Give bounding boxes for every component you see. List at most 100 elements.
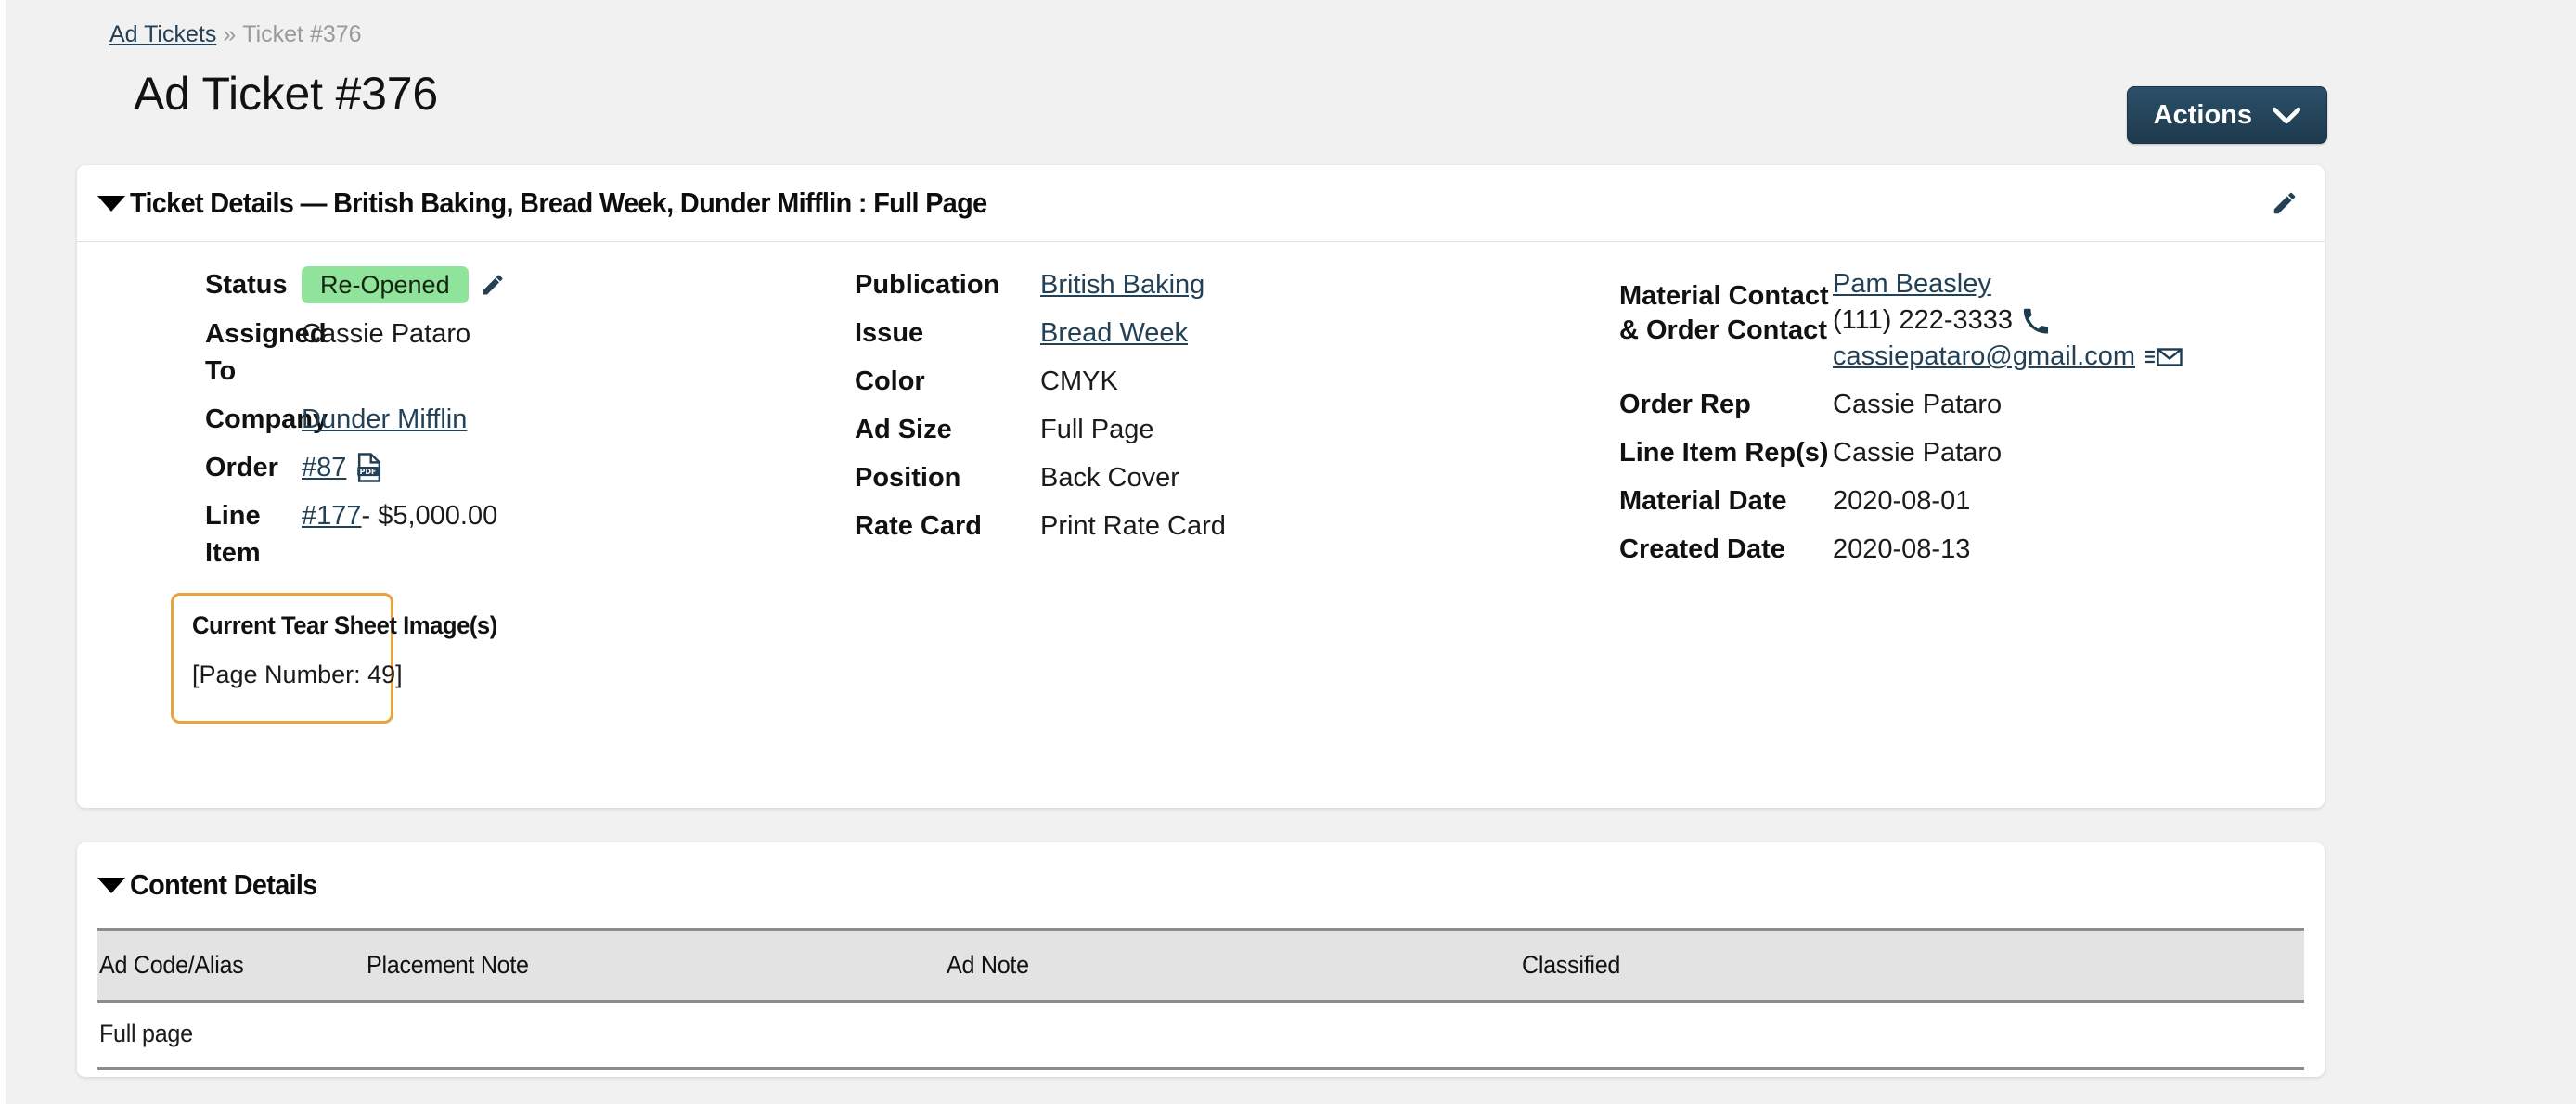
breadcrumb-current: Ticket #376: [242, 21, 362, 47]
order-label: Order: [205, 453, 278, 482]
contact-email-link[interactable]: cassiepataro@gmail.com: [1833, 339, 2135, 375]
detail-row-order: Order #87 PDF: [77, 449, 782, 486]
cell-classified: [1522, 1001, 2304, 1070]
content-details-title: Content Details: [130, 868, 317, 901]
cell-ad-code-alias: Full page: [97, 1001, 367, 1070]
content-details-header: Content Details: [77, 842, 2325, 928]
table-header: Ad Code/Alias Placement Note Ad Note Cla…: [97, 928, 2304, 1003]
material-contact-value: Pam Beasley (111) 222-3333 cassiepataro@…: [1833, 266, 2183, 375]
table-body: Full page: [97, 1001, 2304, 1070]
issue-label: Issue: [855, 318, 924, 348]
table-header-row: Ad Code/Alias Placement Note Ad Note Cla…: [97, 928, 2304, 1003]
detail-row-order-rep: Order Rep Cassie Pataro: [1590, 386, 2323, 423]
chevron-down-icon: [2273, 107, 2300, 124]
ticket-details-panel: Ticket Details — British Baking, Bread W…: [77, 165, 2325, 808]
detail-row-line-item-reps: Line Item Rep(s) Cassie Pataro: [1590, 434, 2323, 471]
line-item-value: #177 - $5,000.00: [302, 497, 497, 534]
order-rep-label: Order Rep: [1619, 390, 1751, 419]
tear-sheet-page-number: [Page Number: 49]: [192, 661, 403, 688]
order-link[interactable]: #87: [302, 449, 346, 486]
content-details-panel: Content Details Ad Code/Alias Placement …: [77, 842, 2325, 1077]
column-header-ad-note-label: Ad Note: [947, 951, 1029, 979]
company-link[interactable]: Dunder Mifflin: [302, 401, 467, 438]
column-header-placement-note: Placement Note: [367, 928, 947, 1003]
line-item-amount: - $5,000.00: [361, 501, 498, 531]
cell-ad-note: [947, 1001, 1522, 1070]
collapse-triangle-icon[interactable]: [97, 195, 125, 212]
table-row[interactable]: Full page: [97, 1001, 2304, 1070]
column-header-ad-code-alias: Ad Code/Alias: [97, 928, 367, 1003]
content-details-table-wrapper: Ad Code/Alias Placement Note Ad Note Cla…: [97, 928, 2304, 1070]
pdf-file-icon[interactable]: PDF: [355, 453, 383, 482]
issue-value: Bread Week: [1040, 315, 1188, 352]
position-value: Back Cover: [1040, 463, 1179, 493]
created-date-value: 2020-08-13: [1833, 534, 1971, 564]
actions-button[interactable]: Actions: [2126, 86, 2327, 144]
publication-value: British Baking: [1040, 266, 1204, 303]
actions-button-label: Actions: [2153, 99, 2252, 130]
pencil-icon[interactable]: [2271, 189, 2299, 217]
phone-icon[interactable]: [2022, 308, 2049, 334]
content-details-table: Ad Code/Alias Placement Note Ad Note Cla…: [97, 928, 2304, 1070]
column-header-placement-note-label: Placement Note: [367, 951, 529, 979]
detail-row-material-order-contact: Material Contact & Order Contact Pam Bea…: [1590, 266, 2323, 375]
detail-row-material-date: Material Date 2020-08-01: [1590, 482, 2323, 520]
line-item-label: Line Item: [205, 501, 261, 568]
column-header-classified-label: Classified: [1522, 951, 1621, 979]
rate-card-label: Rate Card: [855, 511, 982, 541]
detail-row-assigned-to: Assigned To Cassie Pataro: [77, 315, 782, 390]
issue-link[interactable]: Bread Week: [1040, 315, 1188, 352]
ticket-details-body: Status Re-Opened Assigned To Cassie Pata…: [77, 242, 2325, 808]
rate-card-value: Print Rate Card: [1040, 511, 1226, 541]
detail-row-rate-card: Rate Card Print Rate Card: [810, 507, 1543, 545]
svg-text:PDF: PDF: [360, 468, 377, 476]
line-item-link[interactable]: #177: [302, 497, 362, 534]
send-email-icon[interactable]: [2145, 345, 2183, 369]
material-date-label: Material Date: [1619, 486, 1787, 516]
column-header-classified: Classified: [1522, 928, 2304, 1003]
pencil-icon[interactable]: [480, 272, 506, 298]
publication-link[interactable]: British Baking: [1040, 266, 1204, 303]
assigned-to-value: Cassie Pataro: [302, 319, 471, 349]
position-label: Position: [855, 463, 961, 493]
contact-phone: (111) 222-3333: [1833, 305, 2014, 335]
company-value: Dunder Mifflin: [302, 401, 467, 438]
detail-row-publication: Publication British Baking: [810, 266, 1543, 303]
status-value: Re-Opened: [302, 266, 506, 303]
collapse-triangle-icon[interactable]: [97, 877, 125, 893]
detail-row-ad-size: Ad Size Full Page: [810, 411, 1543, 448]
contact-name-link[interactable]: Pam Beasley: [1833, 266, 1991, 302]
cell-ad-code-alias-text: Full page: [99, 1020, 193, 1047]
material-date-value: 2020-08-01: [1833, 486, 1971, 516]
details-column-3: Material Contact & Order Contact Pam Bea…: [1590, 266, 2323, 579]
line-item-reps-value: Cassie Pataro: [1833, 438, 2003, 468]
ad-size-label: Ad Size: [855, 415, 952, 444]
ticket-details-title: Ticket Details — British Baking, Bread W…: [130, 186, 987, 219]
breadcrumb-separator: »: [223, 21, 237, 47]
created-date-label: Created Date: [1619, 534, 1785, 564]
publication-label: Publication: [855, 270, 1000, 300]
status-badge: Re-Opened: [302, 266, 469, 303]
detail-row-position: Position Back Cover: [810, 459, 1543, 496]
detail-row-status: Status Re-Opened: [77, 266, 782, 303]
company-label: Company: [205, 404, 328, 434]
detail-row-created-date: Created Date 2020-08-13: [1590, 531, 2323, 568]
detail-row-color: Color CMYK: [810, 363, 1543, 400]
content-area-left-edge: [0, 0, 6, 1104]
color-value: CMYK: [1040, 366, 1118, 396]
material-contact-label-line-1: Material Contact: [1619, 281, 1829, 311]
material-contact-label-line-2: & Order Contact: [1619, 315, 1827, 345]
page-title: Ad Ticket #376: [134, 68, 438, 120]
contact-phone-line: (111) 222-3333: [1833, 302, 2183, 339]
current-tear-sheet-box[interactable]: Current Tear Sheet Image(s) [Page Number…: [171, 593, 497, 724]
detail-row-line-item: Line Item #177 - $5,000.00: [77, 497, 782, 571]
ticket-details-header: Ticket Details — British Baking, Bread W…: [77, 165, 2325, 242]
tear-sheet-title: Current Tear Sheet Image(s): [192, 611, 497, 639]
status-label: Status: [205, 270, 288, 300]
contact-name-line: Pam Beasley: [1833, 266, 2183, 302]
breadcrumb-link-ad-tickets[interactable]: Ad Tickets: [109, 21, 216, 47]
order-rep-value: Cassie Pataro: [1833, 390, 2003, 419]
column-header-ad-note: Ad Note: [947, 928, 1522, 1003]
assigned-to-label: Assigned To: [205, 319, 327, 386]
order-value: #87 PDF: [302, 449, 383, 486]
